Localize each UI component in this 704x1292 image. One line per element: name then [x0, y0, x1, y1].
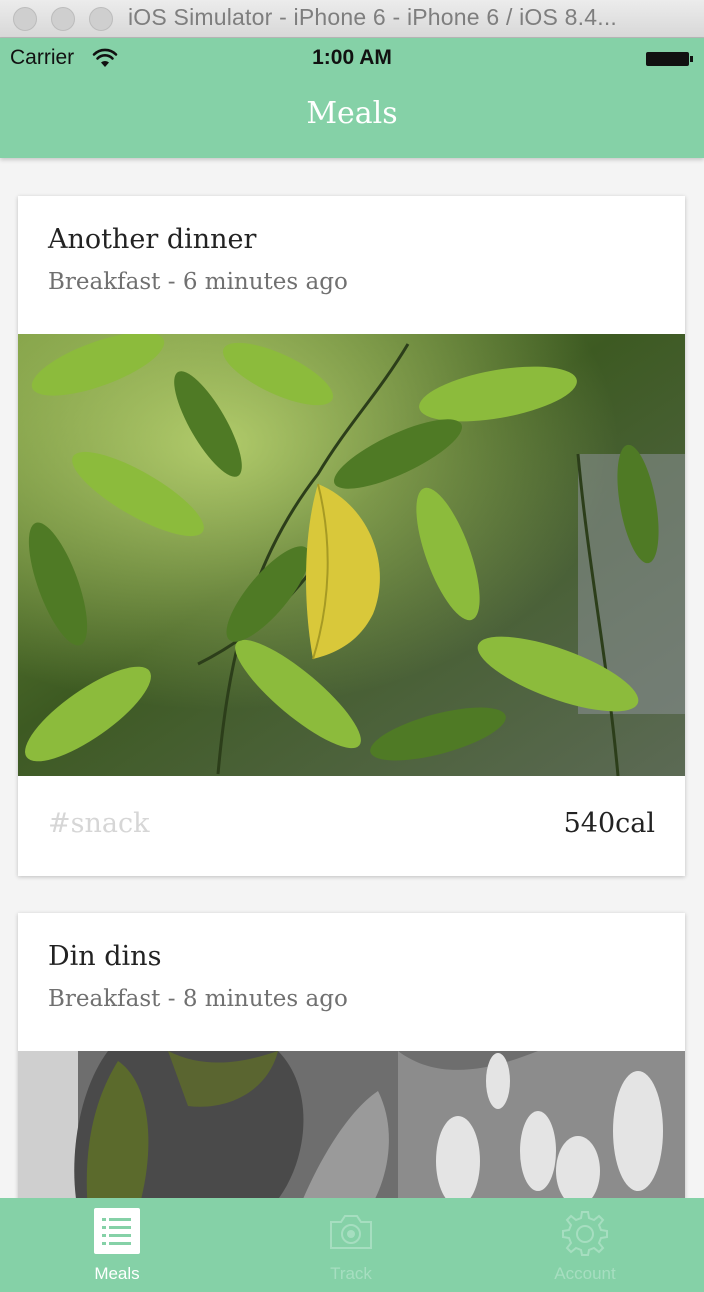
close-window-button[interactable] [13, 7, 37, 31]
tab-track[interactable]: Track [234, 1198, 468, 1292]
app-header: Carrier 1:00 AM Meals [0, 38, 704, 158]
zoom-window-button[interactable] [89, 7, 113, 31]
meal-calories: 540cal [563, 808, 655, 839]
meal-title: Another dinner [48, 224, 257, 255]
tab-label: Account [554, 1264, 616, 1283]
tab-bar: Meals Track Account [0, 1198, 704, 1292]
meal-card[interactable]: Din dins Breakfast - 8 minutes ago [18, 913, 685, 1198]
meal-card[interactable]: Another dinner Breakfast - 6 minutes ago [18, 196, 685, 876]
meals-feed[interactable]: Another dinner Breakfast - 6 minutes ago [0, 158, 704, 1198]
meal-photo[interactable] [18, 334, 685, 776]
gear-icon [562, 1211, 608, 1256]
page-title: Meals [306, 96, 398, 131]
meal-title: Din dins [48, 941, 162, 972]
window-title: iOS Simulator - iPhone 6 - iPhone 6 / iO… [128, 4, 617, 30]
tab-account[interactable]: Account [468, 1198, 702, 1292]
tab-meals[interactable]: Meals [0, 1198, 234, 1292]
battery-icon [646, 52, 693, 66]
meal-tag[interactable]: #snack [48, 808, 149, 839]
minimize-window-button[interactable] [51, 7, 75, 31]
simulator-title-bar: iOS Simulator - iPhone 6 - iPhone 6 / iO… [0, 0, 704, 38]
tab-label: Track [330, 1264, 372, 1283]
meal-photo[interactable] [18, 1051, 685, 1198]
meal-subtitle: Breakfast - 6 minutes ago [48, 269, 348, 295]
meal-subtitle: Breakfast - 8 minutes ago [48, 986, 348, 1012]
status-time: 1:00 AM [312, 46, 392, 69]
list-icon [94, 1208, 140, 1254]
camera-icon [330, 1215, 372, 1249]
tab-label: Meals [94, 1264, 140, 1283]
